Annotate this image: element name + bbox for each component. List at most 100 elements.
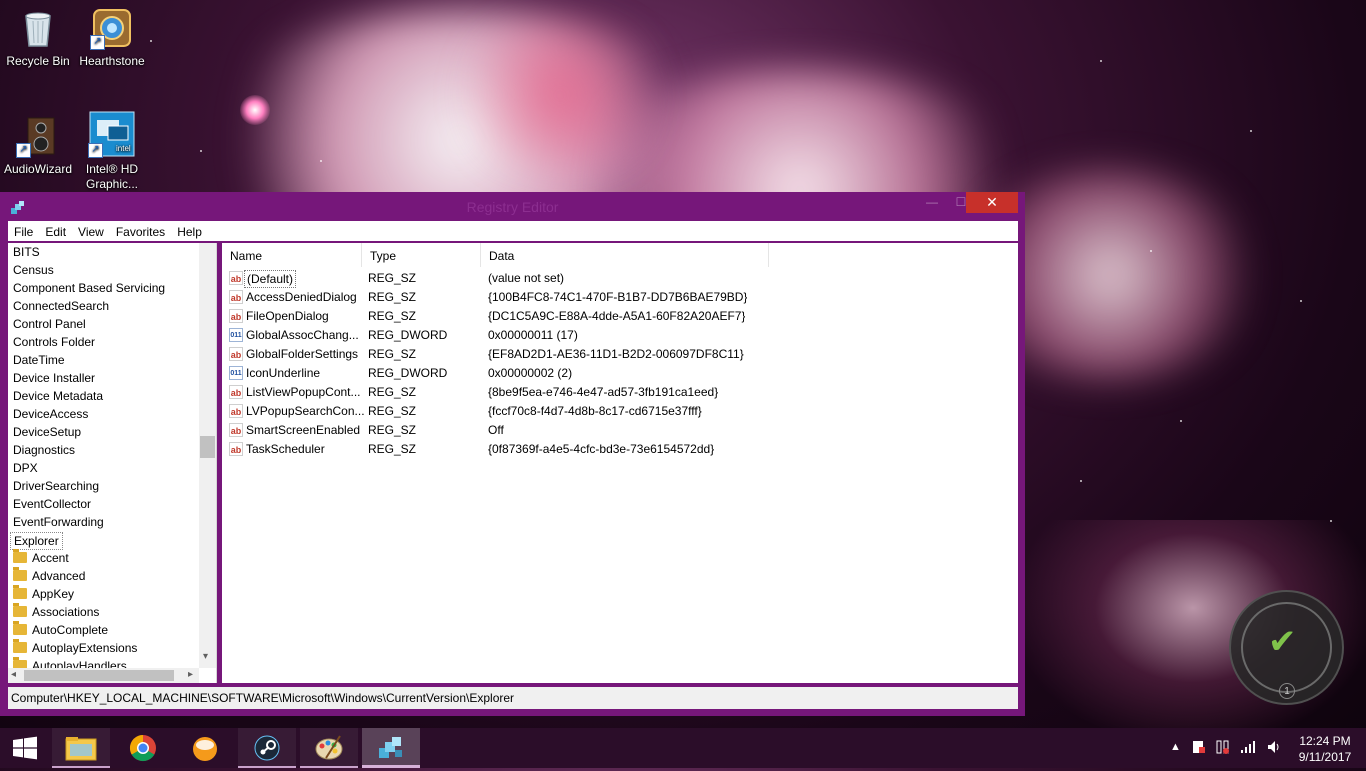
tree-item[interactable]: DeviceAccess — [8, 405, 216, 423]
column-header-data[interactable]: Data — [481, 243, 769, 267]
tree-vertical-scrollbar[interactable]: ▾ — [199, 243, 216, 668]
value-type: REG_SZ — [368, 347, 417, 361]
menu-file[interactable]: File — [8, 221, 39, 243]
status-bar-path: Computer\HKEY_LOCAL_MACHINE\SOFTWARE\Mic… — [8, 687, 1018, 709]
tree-item[interactable]: Device Installer — [8, 369, 216, 387]
value-row[interactable]: 011 IconUnderline REG_DWORD 0x00000002 (… — [222, 364, 1018, 383]
title-bar[interactable]: Registry Editor — ☐ ✕ — [0, 192, 1025, 220]
string-value-icon: ab — [229, 423, 243, 437]
tree-item[interactable]: Controls Folder — [8, 333, 216, 351]
folder-icon — [13, 639, 27, 653]
value-type: REG_SZ — [368, 404, 417, 418]
tree-child-item[interactable]: Accent — [8, 549, 216, 567]
volume-icon[interactable] — [1266, 739, 1282, 758]
value-data: 0x00000011 (17) — [488, 328, 578, 342]
tree-item[interactable]: Component Based Servicing — [8, 279, 216, 297]
taskbar-paint[interactable] — [300, 728, 358, 768]
notification-flag-icon[interactable] — [1192, 739, 1206, 758]
tree-item[interactable]: Census — [8, 261, 216, 279]
taskbar-registry-editor[interactable] — [362, 728, 420, 768]
folder-icon — [13, 603, 27, 617]
folder-icon — [13, 549, 27, 563]
tree-item[interactable]: DPX — [8, 459, 216, 477]
wifi-signal-icon[interactable] — [1240, 739, 1256, 758]
value-row[interactable]: ab GlobalFolderSettings REG_SZ {EF8AD2D1… — [222, 345, 1018, 364]
scroll-right-icon[interactable]: ▸ — [188, 669, 193, 680]
folder-icon — [13, 621, 27, 635]
tree-horizontal-scrollbar[interactable]: ◂ ▸ — [8, 668, 199, 683]
registry-editor-window: Registry Editor — ☐ ✕ File Edit View Favori… — [0, 192, 1025, 716]
tree-item-selected[interactable]: Explorer — [10, 532, 63, 550]
string-value-icon: ab — [229, 385, 243, 399]
tree-child-item[interactable]: AppKey — [8, 585, 216, 603]
app-orange-icon — [193, 737, 217, 761]
value-row[interactable]: ab FileOpenDialog REG_SZ {DC1C5A9C-E88A-… — [222, 307, 1018, 326]
tree-item[interactable]: DateTime — [8, 351, 216, 369]
start-button[interactable] — [0, 728, 50, 768]
menu-help[interactable]: Help — [171, 221, 208, 243]
desktop-icon-recycle-bin[interactable]: Recycle Bin — [0, 6, 76, 69]
desktop-icon-intel-graphics[interactable]: intel ↗ Intel® HD Graphic... — [74, 110, 150, 192]
tree-item[interactable]: ConnectedSearch — [8, 297, 216, 315]
scroll-thumb[interactable] — [200, 436, 215, 458]
tree-child-item[interactable]: AutoplayExtensions — [8, 639, 216, 657]
tree-child-label: Associations — [32, 605, 100, 619]
scroll-thumb[interactable] — [24, 670, 174, 681]
scroll-down-icon[interactable]: ▾ — [203, 651, 208, 662]
value-row[interactable]: ab SmartScreenEnabled REG_SZ Off — [222, 421, 1018, 440]
value-name: ListViewPopupCont... — [246, 385, 361, 399]
value-row[interactable]: ab (Default) REG_SZ (value not set) — [222, 269, 1018, 288]
tree-child-item[interactable]: AutoComplete — [8, 621, 216, 639]
tree-item[interactable]: EventCollector — [8, 495, 216, 513]
value-row[interactable]: ab LVPopupSearchCon... REG_SZ {fccf70c8-… — [222, 402, 1018, 421]
value-data: {fccf70c8-f4d7-4d8b-8c17-cd6715e37fff} — [488, 404, 702, 418]
value-row[interactable]: ab ListViewPopupCont... REG_SZ {8be9f5ea… — [222, 383, 1018, 402]
network-adapter-icon[interactable] — [1216, 739, 1230, 758]
value-row[interactable]: 011 GlobalAssocChang... REG_DWORD 0x0000… — [222, 326, 1018, 345]
tree-item[interactable]: DriverSearching — [8, 477, 216, 495]
tree-child-label: AppKey — [32, 587, 75, 601]
taskbar-clock[interactable]: 12:24 PM 9/11/2017 — [1290, 733, 1360, 765]
dword-value-icon: 011 — [229, 366, 243, 380]
tree-child-item[interactable]: Advanced — [8, 567, 216, 585]
string-value-icon: ab — [229, 404, 243, 418]
shortcut-arrow-icon: ↗ — [16, 143, 31, 158]
hearthstone-icon: ↗ — [90, 6, 134, 50]
column-header-name[interactable]: Name — [222, 243, 362, 267]
desktop-icon-audiowizard[interactable]: ↗ AudioWizard — [0, 114, 76, 177]
minimize-button[interactable]: — — [917, 192, 947, 213]
value-data: {8be9f5ea-e746-4e47-ad57-3fb191ca1eed} — [488, 385, 719, 399]
tree-item[interactable]: DeviceSetup — [8, 423, 216, 441]
menu-edit[interactable]: Edit — [39, 221, 72, 243]
steam-icon — [254, 735, 280, 761]
value-data: 0x00000002 (2) — [488, 366, 573, 380]
menu-view[interactable]: View — [72, 221, 110, 243]
menu-favorites[interactable]: Favorites — [110, 221, 171, 243]
taskbar-chrome[interactable] — [114, 728, 172, 768]
tree-item[interactable]: EventForwarding — [8, 513, 216, 531]
taskbar-file-explorer[interactable] — [52, 728, 110, 768]
value-row[interactable]: ab TaskScheduler REG_SZ {0f87369f-a4e5-4… — [222, 440, 1018, 459]
value-type: REG_DWORD — [368, 328, 448, 342]
start-icon — [13, 736, 37, 760]
desktop-icon-hearthstone[interactable]: ↗ Hearthstone — [74, 6, 150, 69]
tree-item[interactable]: Diagnostics — [8, 441, 216, 459]
taskbar-orange-app[interactable] — [176, 728, 234, 768]
string-value-icon: ab — [229, 290, 243, 304]
scroll-left-icon[interactable]: ◂ — [11, 669, 16, 680]
tree-item[interactable]: Device Metadata — [8, 387, 216, 405]
value-data: {100B4FC8-74C1-470F-B1B7-DD7B6BAE79BD} — [488, 290, 748, 304]
close-button[interactable]: ✕ — [966, 192, 1018, 213]
taskbar-steam[interactable] — [238, 728, 296, 768]
window-title: Registry Editor — [466, 199, 559, 215]
tree-item[interactable]: BITS — [8, 243, 216, 261]
status-widget[interactable]: ✔ 1 — [1229, 590, 1344, 705]
value-row[interactable]: ab AccessDeniedDialog REG_SZ {100B4FC8-7… — [222, 288, 1018, 307]
tree-child-item[interactable]: Associations — [8, 603, 216, 621]
clock-date: 9/11/2017 — [1298, 750, 1352, 764]
show-hidden-icons-icon[interactable]: ▲ — [1170, 741, 1181, 753]
svg-text:intel: intel — [116, 144, 131, 153]
tree-child-label: Advanced — [32, 569, 86, 583]
tree-item[interactable]: Control Panel — [8, 315, 216, 333]
column-header-type[interactable]: Type — [362, 243, 481, 267]
